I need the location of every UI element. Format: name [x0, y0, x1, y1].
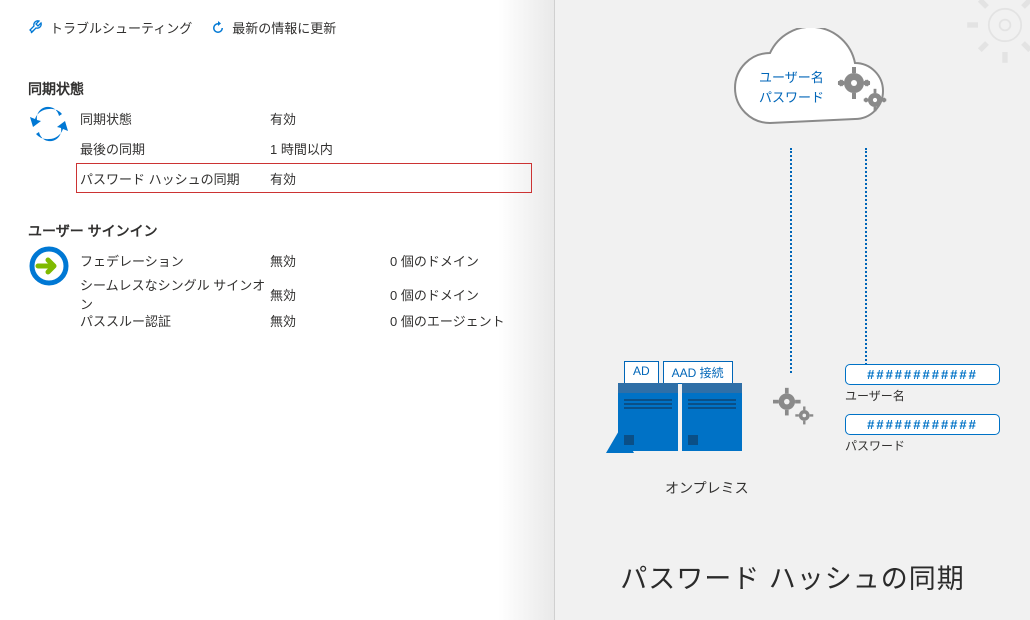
- signin-icon: [28, 245, 70, 287]
- row-value: 無効: [270, 311, 390, 330]
- server-icon: [682, 383, 742, 451]
- signin-row-federation: フェデレーション 無効 0 個のドメイン: [80, 245, 532, 275]
- pta-link[interactable]: パススルー認証: [80, 311, 270, 330]
- row-label: 最後の同期: [80, 139, 270, 158]
- row-extra: 0 個のドメイン: [390, 251, 532, 270]
- row-value: 無効: [270, 251, 390, 270]
- sync-row-last: 最後の同期 1 時間以内: [80, 133, 532, 163]
- sync-status-title: 同期状態: [28, 79, 532, 99]
- faint-gear-icon: [960, 0, 1030, 70]
- wrench-icon: [28, 20, 44, 36]
- toolbar: トラブルシューティング 最新の情報に更新: [28, 14, 532, 51]
- row-extra: 0 個のエージェント: [390, 311, 532, 330]
- server-icon: [618, 383, 678, 451]
- server-tag-ad: AD: [624, 361, 659, 384]
- refresh-label: 最新の情報に更新: [232, 18, 336, 37]
- sync-icon: [28, 103, 70, 145]
- sync-status-section: 同期状態 同期状態 有効 最後の同期 1 時間以内: [28, 79, 532, 193]
- cloud-user-label: ユーザー名: [759, 68, 824, 88]
- hash-boxes: ############ ユーザー名 ############ パスワード: [845, 364, 1000, 464]
- sync-row-password-hash: パスワード ハッシュの同期 有効: [76, 163, 532, 193]
- hash-pass-label: パスワード: [845, 437, 1000, 454]
- hash-user-label: ユーザー名: [845, 387, 1000, 404]
- hash-pass-box: ############: [845, 414, 1000, 435]
- cloud-labels: ユーザー名 パスワード: [759, 68, 824, 108]
- row-value: 無効: [270, 285, 390, 304]
- refresh-button[interactable]: 最新の情報に更新: [210, 18, 336, 37]
- server-tag-aad: AAD 接続: [663, 361, 733, 384]
- troubleshoot-label: トラブルシューティング: [50, 18, 192, 37]
- dotted-line: [865, 148, 867, 373]
- left-panel: トラブルシューティング 最新の情報に更新 同期状態 同期状態: [0, 0, 555, 620]
- gears-icon: [837, 66, 891, 116]
- hash-user-box: ############: [845, 364, 1000, 385]
- cloud-pass-label: パスワード: [759, 88, 824, 108]
- right-panel: ユーザー名 パスワード: [555, 0, 1030, 620]
- troubleshoot-button[interactable]: トラブルシューティング: [28, 18, 192, 37]
- refresh-icon: [210, 20, 226, 36]
- user-signin-title: ユーザー サインイン: [28, 221, 532, 241]
- row-extra: 0 個のドメイン: [390, 285, 532, 304]
- federation-link[interactable]: フェデレーション: [80, 251, 270, 270]
- row-value: 有効: [270, 169, 390, 188]
- row-label: パスワード ハッシュの同期: [80, 169, 270, 188]
- signin-row-sso: シームレスなシングル サインオン 無効 0 個のドメイン: [80, 275, 532, 305]
- dotted-line: [790, 148, 792, 373]
- cloud: ユーザー名 パスワード: [725, 28, 905, 148]
- sso-link[interactable]: シームレスなシングル サインオン: [80, 275, 270, 313]
- gears-icon: [771, 386, 821, 432]
- row-value: 有効: [270, 109, 390, 128]
- diagram-caption: パスワード ハッシュの同期: [555, 557, 1030, 596]
- row-value: 1 時間以内: [270, 139, 390, 158]
- user-signin-section: ユーザー サインイン フェデレーション 無効 0 個のドメイン シームレスなシン…: [28, 221, 532, 335]
- onprem-caption: オンプレミス: [665, 478, 749, 498]
- diagram: ユーザー名 パスワード: [555, 0, 1030, 620]
- row-label: 同期状態: [80, 109, 270, 128]
- sync-row-status: 同期状態 有効: [80, 103, 532, 133]
